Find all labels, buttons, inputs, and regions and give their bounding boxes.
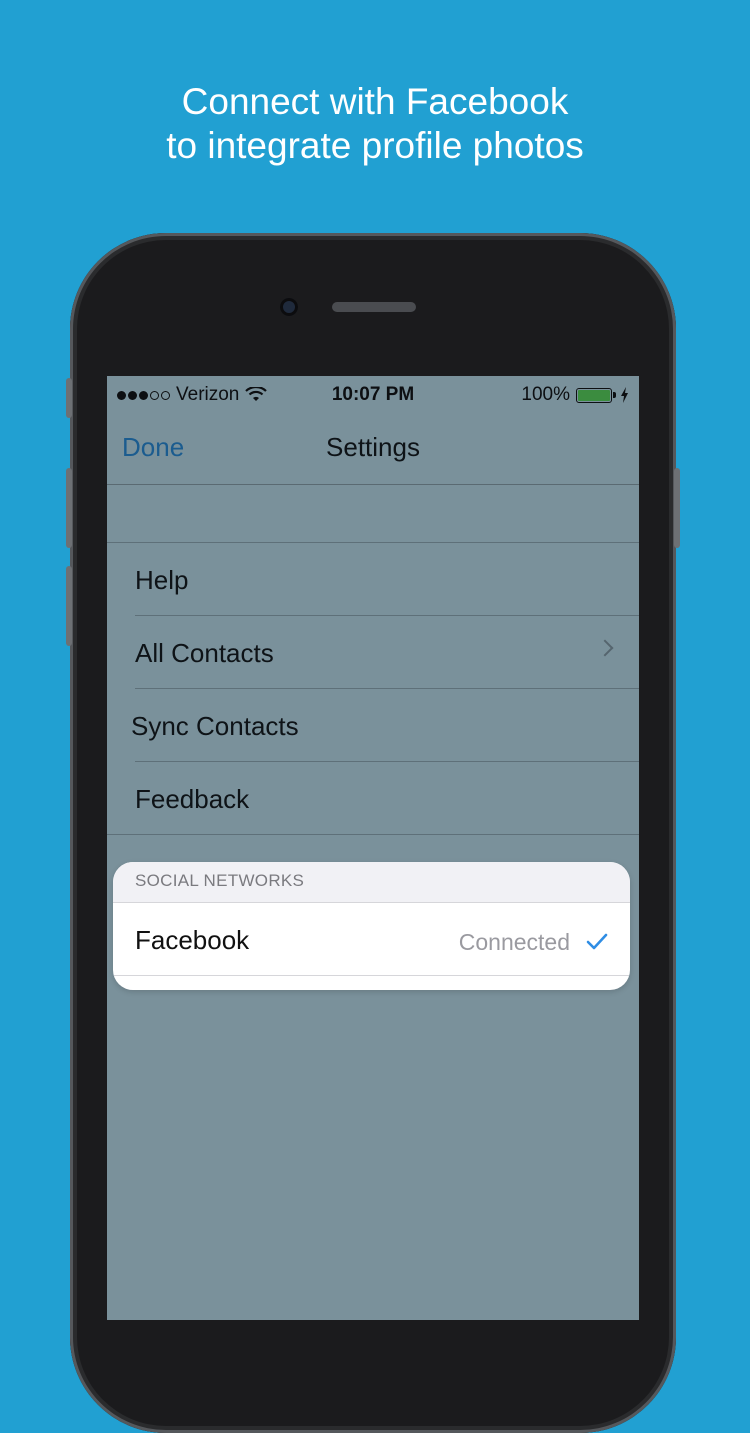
mute-switch <box>66 378 72 418</box>
navigation-bar: Done Settings <box>107 414 639 485</box>
facebook-row[interactable]: Facebook Connected <box>113 903 630 976</box>
section-header-social-networks: SOCIAL NETWORKS <box>113 862 630 903</box>
chevron-right-icon <box>596 639 614 657</box>
headline-line-1: Connect with Facebook <box>181 81 569 122</box>
battery-icon <box>576 387 616 403</box>
charging-bolt-icon <box>621 387 628 403</box>
phone-screen: Verizon 10:07 PM 100% Done Settings Help… <box>107 376 639 1320</box>
settings-item-label: Feedback <box>135 784 250 814</box>
settings-list: Help All Contacts Sync Contacts Feedback <box>107 542 639 835</box>
front-camera <box>280 298 298 316</box>
headline: Connect with Facebook to integrate profi… <box>0 80 750 168</box>
connection-status: Connected <box>458 929 570 955</box>
earpiece-speaker <box>332 302 416 312</box>
settings-item-feedback[interactable]: Feedback <box>107 762 639 835</box>
settings-item-label: Sync Contacts <box>131 711 299 741</box>
power-button <box>674 468 680 548</box>
volume-down-button <box>66 566 72 646</box>
status-bar: Verizon 10:07 PM 100% <box>107 376 639 414</box>
settings-item-all-contacts[interactable]: All Contacts <box>135 616 639 689</box>
facebook-label: Facebook <box>135 925 250 955</box>
settings-item-label: Help <box>135 565 189 595</box>
settings-item-sync-contacts[interactable]: Sync Contacts <box>131 689 639 762</box>
settings-item-label: All Contacts <box>135 638 274 668</box>
volume-up-button <box>66 468 72 548</box>
headline-line-2: to integrate profile photos <box>166 125 584 166</box>
status-right: 100% <box>521 384 629 406</box>
settings-item-help[interactable]: Help <box>135 543 639 616</box>
battery-percent: 100% <box>521 384 570 405</box>
page-title: Settings <box>326 432 420 462</box>
checkmark-icon <box>586 933 608 950</box>
social-networks-card: SOCIAL NETWORKS Facebook Connected <box>113 862 630 990</box>
